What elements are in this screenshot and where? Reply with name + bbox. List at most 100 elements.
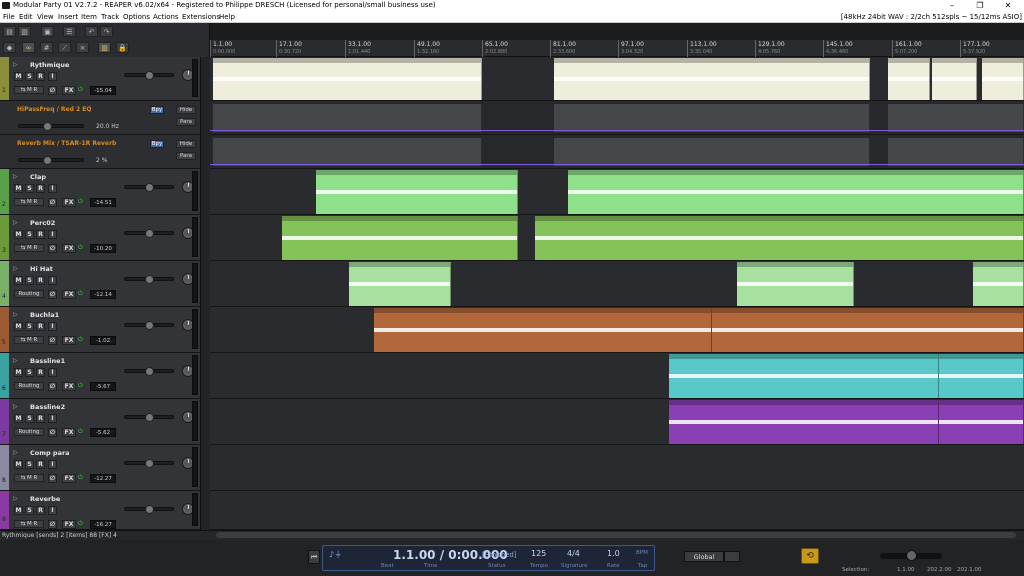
undo-icon[interactable]: ↶ [85,26,98,37]
project-settings-icon[interactable]: ☰ [63,26,76,37]
metronome-icon[interactable]: ♪⏚ [329,549,342,560]
tcp-divider[interactable] [200,57,210,530]
track-name[interactable]: Bassline1 [30,357,65,365]
item-header[interactable] [349,262,450,267]
volume-readout[interactable]: -12.27 [90,474,116,483]
input-button[interactable]: I [48,322,57,331]
input-button[interactable]: I [48,460,57,469]
fx-button[interactable]: FX [62,382,76,391]
volume-slider-thumb[interactable] [145,459,154,468]
hide-button[interactable]: Hide [176,140,196,148]
track-panel[interactable]: 2 ▷ Clap M S R I ⇆ M R ∅ FX ⏻ -14.51 [0,169,200,215]
menu-track[interactable]: Track [101,11,119,23]
item-header[interactable] [669,400,938,405]
item-header[interactable] [712,308,1023,313]
transport-display[interactable]: ♪⏚ 1.1.00 / 0:00.000 [Stopped] Beat Time… [322,545,655,571]
envelope-slider-thumb[interactable] [43,122,52,131]
media-item[interactable] [282,216,518,260]
item-header[interactable] [282,216,517,221]
envelope-line[interactable] [210,130,1024,131]
media-item[interactable] [712,308,1024,352]
solo-button[interactable]: S [25,276,34,285]
folder-toggle-icon[interactable]: ▷ [13,311,18,318]
mute-button[interactable]: M [14,322,23,331]
track-panel[interactable]: 9 ▷ Reverbe M S R I ⇆ M R ∅ FX ⏻ -16.27 [0,491,200,530]
media-item[interactable] [213,58,482,100]
mute-button[interactable]: M [14,276,23,285]
volume-slider-thumb[interactable] [145,183,154,192]
metronome-icon[interactable]: ◆ [3,42,16,53]
item-header[interactable] [374,308,711,313]
volume-readout[interactable]: -15.04 [90,86,116,95]
ruler-tick[interactable]: 97.1.00 3:04.320 [618,40,644,57]
parameter-button[interactable]: Para [176,118,196,126]
item-header[interactable] [669,354,938,359]
envelope-lane-panel[interactable]: Reverb Mix / TSAR-1R Reverb 2 % Bpy Hide Par… [0,135,200,169]
ripple-edit-icon[interactable]: ∞ [22,42,35,53]
track-panel[interactable]: 5 ▷ Buchla1 M S R I ⇆ M R ∅ FX ⏻ -1.02 [0,307,200,353]
fx-power-icon[interactable]: ⏻ [78,474,83,482]
grid-settings-button[interactable] [724,551,740,562]
volume-readout[interactable]: -5.67 [90,382,116,391]
phase-invert-button[interactable]: ∅ [48,474,57,483]
input-button[interactable]: I [48,184,57,193]
record-arm-button[interactable]: R [36,276,45,285]
routing-button[interactable]: ⇆ M R [14,336,44,344]
mute-button[interactable]: M [14,184,23,193]
hide-button[interactable]: Hide [176,106,196,114]
envelope-slider-thumb[interactable] [43,156,52,165]
input-button[interactable]: I [48,506,57,515]
solo-button[interactable]: S [25,72,34,81]
track-panel[interactable]: 8 ▷ Comp para M S R I ⇆ M R ∅ FX ⏻ -12.27 [0,445,200,491]
menu-options[interactable]: Options [123,11,150,23]
solo-button[interactable]: S [25,230,34,239]
folder-toggle-icon[interactable]: ▷ [13,495,18,502]
bypass-button[interactable]: Bpy [150,140,164,148]
record-arm-button[interactable]: R [36,184,45,193]
phase-invert-button[interactable]: ∅ [48,428,57,437]
go-to-start-button[interactable]: ⏮ [308,550,320,564]
menu-actions[interactable]: Actions [153,11,179,23]
track-name[interactable]: Bassline2 [30,403,65,411]
media-item[interactable] [737,262,854,306]
folder-toggle-icon[interactable]: ▷ [13,449,18,456]
fx-button[interactable]: FX [62,474,76,483]
item-header[interactable] [554,58,869,63]
snap-icon[interactable]: ▥ [98,42,111,53]
media-item[interactable] [939,400,1024,444]
envelope-link-icon[interactable]: ⟋ [58,42,71,53]
volume-slider[interactable] [124,183,174,192]
horizontal-scrollbar[interactable] [216,532,1016,538]
folder-toggle-icon[interactable]: ▷ [13,265,18,272]
ruler-tick[interactable]: 65.1.00 2:02.880 [482,40,508,57]
minimize-icon[interactable]: – [938,0,966,11]
timeline-ruler[interactable]: 1.1.00 0:00.000 17.1.00 0:30.720 33.1.00 1:01… [210,40,1024,57]
volume-readout[interactable]: -10.20 [90,244,116,253]
volume-slider[interactable] [124,505,174,514]
volume-slider[interactable] [124,321,174,330]
record-arm-button[interactable]: R [36,72,45,81]
lock-icon[interactable]: 🔒 [116,42,129,53]
mute-button[interactable]: M [14,368,23,377]
phase-invert-button[interactable]: ∅ [48,244,57,253]
item-header[interactable] [213,58,481,63]
menu-edit[interactable]: Edit [19,11,33,23]
track-name[interactable]: Reverbe [30,495,60,503]
fx-power-icon[interactable]: ⏻ [78,336,83,344]
master-playrate-slider[interactable] [880,550,942,561]
menu-view[interactable]: View [37,11,54,23]
track-name[interactable]: Perc02 [30,219,55,227]
solo-button[interactable]: S [25,460,34,469]
phase-invert-button[interactable]: ∅ [48,290,57,299]
media-item[interactable] [535,216,1024,260]
routing-button[interactable]: Routing [14,428,44,436]
item-header[interactable] [737,262,853,267]
crossfade-icon[interactable]: ⨯ [76,42,89,53]
folder-toggle-icon[interactable]: ▷ [13,219,18,226]
routing-button[interactable]: ⇆ M R [14,198,44,206]
solo-button[interactable]: S [25,184,34,193]
fx-button[interactable]: FX [62,520,76,529]
volume-slider[interactable] [124,459,174,468]
volume-slider-thumb[interactable] [145,505,154,514]
tap-button[interactable]: Tap [638,563,647,569]
